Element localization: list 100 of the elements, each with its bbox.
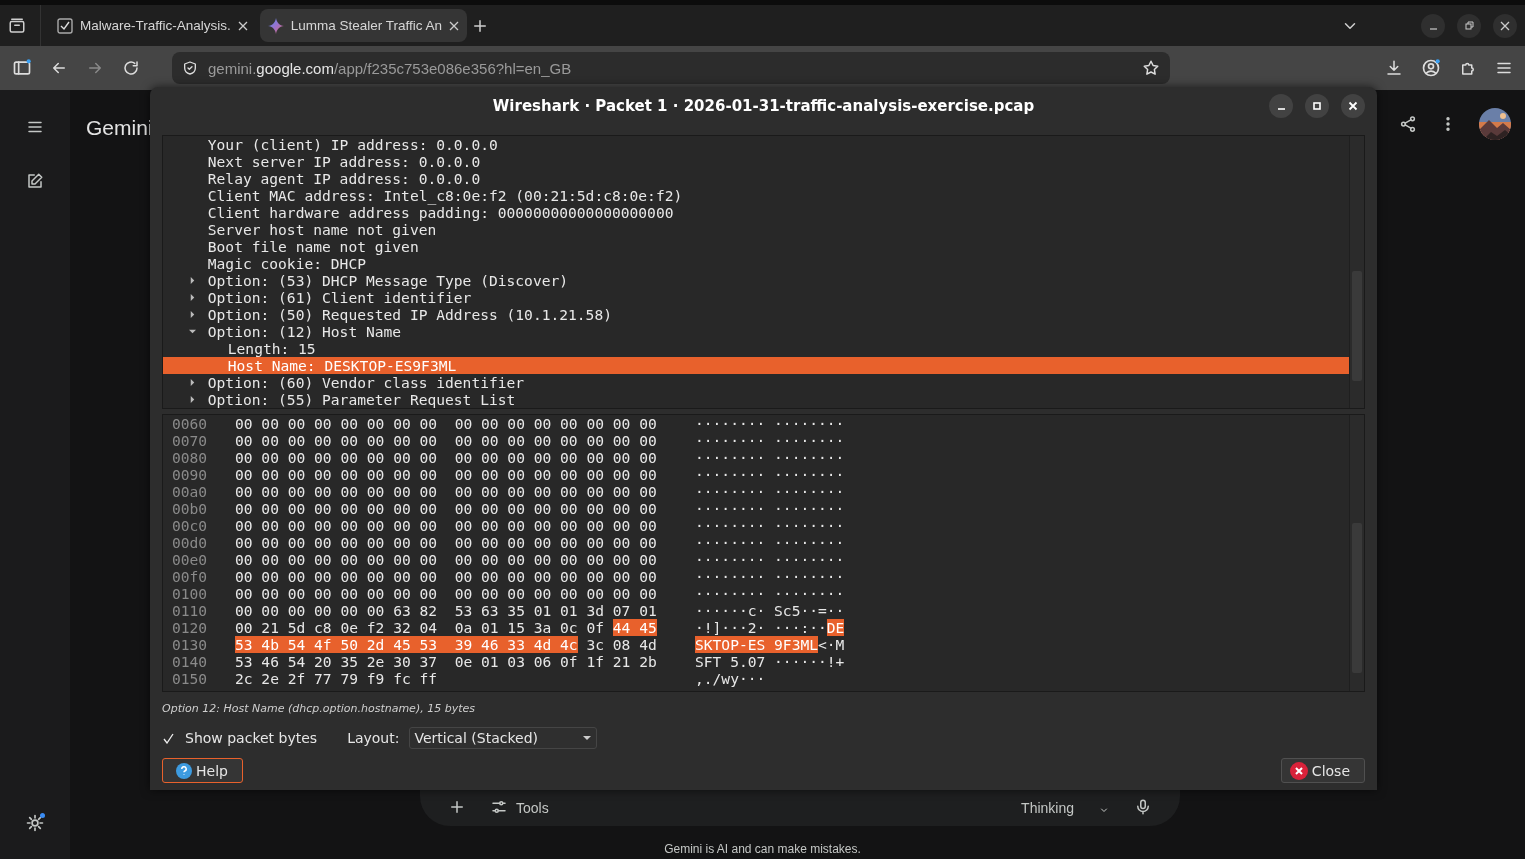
sparkle-icon bbox=[267, 17, 284, 34]
close-icon bbox=[1289, 761, 1308, 780]
tree-row[interactable]: Option: (12) Host Name bbox=[163, 323, 1349, 340]
help-icon bbox=[176, 762, 192, 779]
collapsed-arrow-icon[interactable] bbox=[188, 277, 196, 284]
microphone-icon[interactable] bbox=[1134, 798, 1152, 816]
ascii-text: ········ ········ bbox=[695, 432, 845, 449]
browser-tab[interactable]: Malware-Traffic-Analysis. bbox=[49, 9, 256, 42]
sidebar-icon[interactable] bbox=[12, 58, 32, 78]
offset: 0150 bbox=[171, 670, 209, 687]
ascii-text: ········ ········ bbox=[695, 449, 845, 466]
tab-overview-icon[interactable] bbox=[8, 16, 26, 35]
tree-row[interactable]: Client MAC address: Intel_c8:0e:f2 (00:21:5d:c8:0e:f2) bbox=[163, 187, 1349, 204]
close-button[interactable] bbox=[1493, 13, 1517, 38]
expanded-arrow-icon[interactable] bbox=[188, 328, 196, 335]
maximize-icon bbox=[1312, 101, 1322, 111]
offset: 00c0 bbox=[171, 517, 209, 534]
offset: 0060 bbox=[171, 415, 209, 432]
hex-bytes: 00 00 00 00 00 00 00 00 00 00 00 00 00 00 00 00 bbox=[235, 415, 658, 432]
hex-bytes: 00 00 00 00 00 00 00 00 00 00 00 00 00 00 00 00 bbox=[235, 500, 658, 517]
ascii-text: ········ ········ bbox=[695, 568, 845, 585]
settings-icon[interactable] bbox=[25, 813, 45, 833]
tree-row[interactable]: Option: (55) Parameter Request List bbox=[163, 391, 1349, 408]
tree-row[interactable]: Option: (61) Client identifier bbox=[163, 289, 1349, 306]
collapsed-arrow-icon[interactable] bbox=[188, 294, 196, 301]
status-text: Option 12: Host Name (dhcp.option.hostname), 15 bytes bbox=[162, 702, 476, 715]
hex-bytes: 00 00 00 00 00 00 00 00 00 00 00 00 00 00 00 00 bbox=[235, 568, 658, 585]
share-icon[interactable] bbox=[1399, 115, 1417, 133]
offset: 0140 bbox=[171, 653, 209, 670]
maximize-button[interactable] bbox=[1305, 94, 1329, 118]
close-button[interactable]: Close bbox=[1280, 758, 1365, 783]
ascii-text: ········ ········ bbox=[695, 500, 845, 517]
tree-row[interactable]: Relay agent IP address: 0.0.0.0 bbox=[163, 170, 1349, 187]
address-bar[interactable]: gemini.google.com/app/f235c753e086e356?hl=en_GB bbox=[172, 52, 1170, 84]
restore-button[interactable] bbox=[1457, 13, 1481, 38]
tools-label[interactable]: Tools bbox=[516, 800, 549, 816]
tree-row[interactable]: Client hardware address padding: 00000000000000000000 bbox=[163, 204, 1349, 221]
reload-icon[interactable] bbox=[122, 59, 140, 77]
tree-row[interactable]: Option: (50) Requested IP Address (10.1.21.58) bbox=[163, 306, 1349, 323]
hex-bytes: 00 00 00 00 00 00 00 00 00 00 00 00 00 00 00 00 bbox=[235, 483, 658, 500]
mode-label[interactable]: Thinking bbox=[1021, 800, 1074, 816]
offset: 0120 bbox=[171, 619, 209, 636]
disclaimer-text: Gemini is AI and can make mistakes. bbox=[663, 842, 862, 856]
ascii-text: ········ ········ bbox=[695, 483, 845, 500]
offset: 0080 bbox=[171, 449, 209, 466]
ascii-text: ········ ········ bbox=[695, 415, 845, 432]
tree-row[interactable]: Option: (53) DHCP Message Type (Discover) bbox=[163, 272, 1349, 289]
ascii-text: SFT 5.07 ······!+ bbox=[695, 653, 845, 670]
scrollbar[interactable] bbox=[1349, 136, 1364, 408]
tree-row[interactable]: Next server IP address: 0.0.0.0 bbox=[163, 153, 1349, 170]
add-icon[interactable] bbox=[448, 798, 466, 816]
hex-bytes: 53 46 54 20 35 2e 30 37 0e 01 03 06 0f 1f 21 2b bbox=[235, 653, 658, 670]
hex-bytes: 00 00 00 00 00 00 00 00 00 00 00 00 00 00 00 00 bbox=[235, 551, 658, 568]
offset: 0070 bbox=[171, 432, 209, 449]
ascii-text: ········ ········ bbox=[695, 534, 845, 551]
close-icon[interactable] bbox=[237, 20, 248, 31]
bookmark-star-icon[interactable] bbox=[1142, 59, 1160, 77]
tree-row[interactable]: Boot file name not given bbox=[163, 238, 1349, 255]
offset: 0130 bbox=[171, 636, 209, 653]
hex-bytes: 00 00 00 00 00 00 00 00 00 00 00 00 00 00 00 00 bbox=[235, 449, 658, 466]
hex-bytes: 00 00 00 00 00 00 00 00 00 00 00 00 00 00 00 00 bbox=[235, 517, 658, 534]
offset: 00a0 bbox=[171, 483, 209, 500]
browser-tab[interactable]: Lumma Stealer Traffic An bbox=[259, 9, 468, 42]
tree-row[interactable]: Server host name not given bbox=[163, 221, 1349, 238]
close-icon bbox=[1500, 20, 1510, 31]
hex-bytes: 00 21 5d c8 0e f2 32 04 0a 01 15 3a 0c 0f 44 45 bbox=[235, 619, 658, 636]
collapsed-arrow-icon[interactable] bbox=[188, 379, 196, 386]
minimize-button[interactable] bbox=[1421, 13, 1445, 38]
close-icon bbox=[1348, 101, 1358, 111]
caret-icon bbox=[582, 735, 593, 741]
download-icon[interactable] bbox=[1385, 59, 1403, 77]
layout-label: Layout: bbox=[347, 730, 400, 746]
checkbox[interactable] bbox=[162, 731, 175, 745]
tools-icon[interactable] bbox=[490, 798, 508, 816]
restore-icon bbox=[1464, 20, 1474, 31]
layout-dropdown[interactable]: Vertical (Stacked) bbox=[409, 727, 598, 749]
scrollbar[interactable] bbox=[1349, 415, 1364, 691]
minimize-icon bbox=[1429, 27, 1437, 30]
offset: 00b0 bbox=[171, 500, 209, 517]
ascii-text: ········ ········ bbox=[695, 551, 845, 568]
offset: 00d0 bbox=[171, 534, 209, 551]
account-icon[interactable] bbox=[1421, 58, 1441, 78]
offset: 0100 bbox=[171, 585, 209, 602]
ascii-text: ········ ········ bbox=[695, 585, 845, 602]
close-button[interactable] bbox=[1341, 94, 1365, 118]
tree-row[interactable]: Your (client) IP address: 0.0.0.0 bbox=[163, 136, 1349, 153]
shield-icon[interactable] bbox=[182, 60, 198, 76]
close-icon[interactable] bbox=[449, 20, 460, 31]
collapsed-arrow-icon[interactable] bbox=[188, 311, 196, 318]
checkbox-label[interactable]: Show packet bytes bbox=[185, 730, 318, 746]
hex-bytes: 53 4b 54 4f 50 2d 45 53 39 46 33 4d 4c 3c 08 4d bbox=[235, 636, 658, 653]
hex-bytes: 00 00 00 00 00 00 63 82 53 63 35 01 01 3d 07 01 bbox=[235, 602, 658, 619]
edit-icon[interactable] bbox=[26, 172, 44, 190]
tree-row[interactable]: Magic cookie: DHCP bbox=[163, 255, 1349, 272]
tree-row[interactable]: Length: 15 bbox=[163, 340, 1349, 357]
tree-row[interactable]: Option: (60) Vendor class identifier bbox=[163, 374, 1349, 391]
help-button[interactable]: Help bbox=[162, 758, 243, 783]
offset: 0090 bbox=[171, 466, 209, 483]
minimize-button[interactable] bbox=[1269, 94, 1293, 118]
collapsed-arrow-icon[interactable] bbox=[188, 396, 196, 403]
